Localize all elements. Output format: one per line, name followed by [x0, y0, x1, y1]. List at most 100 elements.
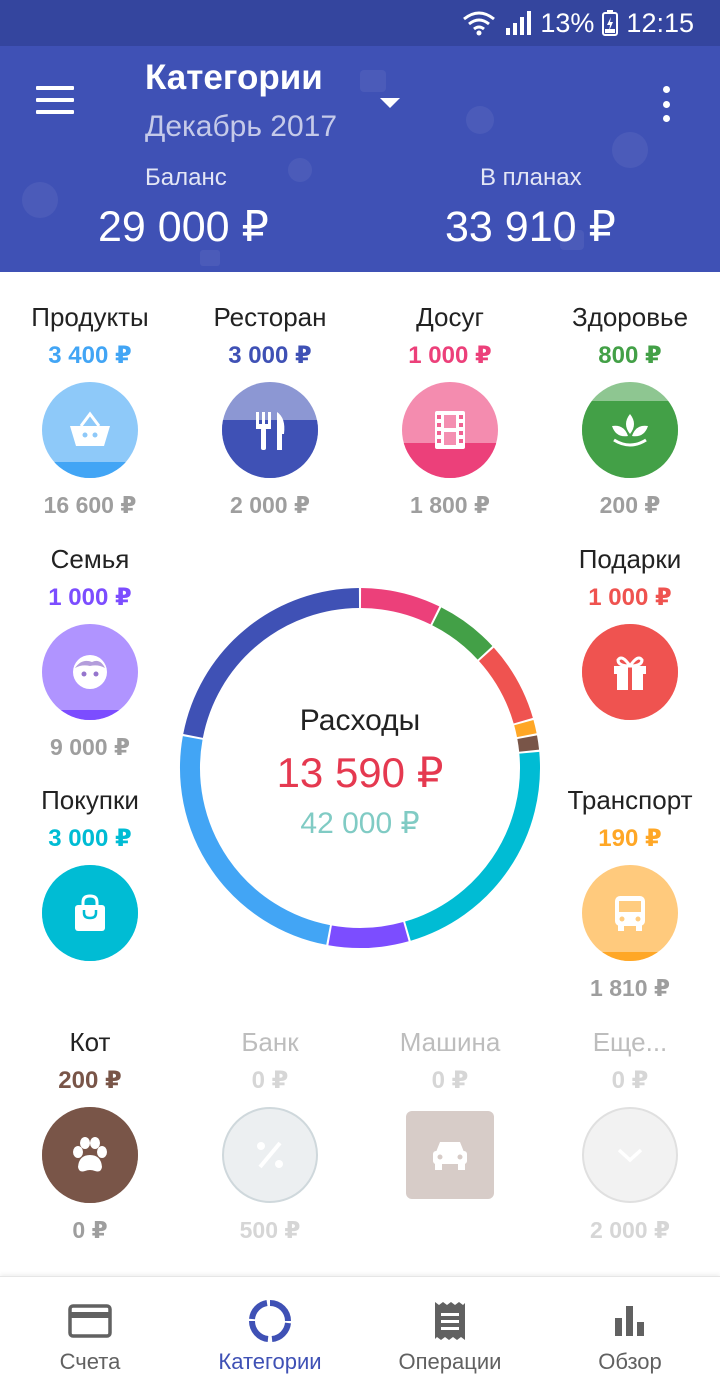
category-kot[interactable]: Кот 200 ₽ 0 ₽ [0, 1025, 180, 1245]
category-amount: 0 ₽ [611, 1067, 649, 1094]
category-amount: 800 ₽ [598, 342, 662, 369]
category-plan [540, 732, 720, 762]
category-amount: 0 ₽ [431, 1067, 469, 1094]
category-amount: 190 ₽ [598, 825, 662, 852]
planned-value: 33 910 ₽ [445, 203, 616, 251]
category-fill [582, 952, 678, 961]
balance-value: 29 000 ₽ [98, 203, 269, 251]
battery-icon [602, 10, 619, 36]
nav-operations[interactable]: Операции [360, 1277, 540, 1388]
ring-chart-icon [248, 1300, 291, 1342]
category-produkty[interactable]: Продукты 3 400 ₽ 16 600 ₽ [0, 300, 180, 520]
category-plan: 2 000 ₽ [230, 492, 310, 518]
category-amount: 3 000 ₽ [228, 342, 312, 369]
category-name: Еще... [592, 1027, 668, 1057]
category-restoran[interactable]: Ресторан 3 000 ₽ 2 000 ₽ [180, 300, 360, 520]
chevron-down-icon [617, 1148, 643, 1163]
category-bank[interactable]: Банк 0 ₽ 500 ₽ [180, 1025, 360, 1245]
fork-knife-icon [256, 412, 285, 450]
nav-label: Счета [59, 1349, 121, 1374]
category-name: Досуг [416, 302, 484, 332]
category-semya[interactable]: Семья 1 000 ₽ 9 000 ₽ [0, 542, 180, 762]
status-bar: 13% 12:15 [0, 0, 720, 46]
category-mashina[interactable]: Машина 0 ₽ [360, 1025, 540, 1241]
category-podarki[interactable]: Подарки 1 000 ₽ [540, 542, 720, 762]
category-circle[interactable] [42, 865, 138, 961]
nav-categories[interactable]: Категории [180, 1277, 360, 1388]
category-name: Банк [241, 1027, 299, 1057]
category-circle[interactable] [42, 624, 138, 720]
donut-segment [432, 607, 493, 660]
category-plan [0, 973, 180, 1003]
category-name: Здоровье [571, 302, 689, 332]
signal-icon [506, 11, 532, 35]
category-transport[interactable]: Транспорт 190 ₽ 1 810 ₽ [540, 783, 720, 1003]
category-amount: 1 000 ₽ [48, 584, 132, 611]
gift-icon [614, 656, 646, 690]
category-plan: 2 000 ₽ [590, 1217, 670, 1243]
nav-accounts[interactable]: Счета [0, 1277, 180, 1388]
leaf-icon [612, 414, 648, 447]
bus-icon [615, 896, 645, 931]
category-square[interactable] [406, 1111, 494, 1199]
category-circle[interactable] [582, 624, 678, 720]
nav-overview[interactable]: Обзор [540, 1277, 720, 1388]
paw-icon [73, 1137, 107, 1172]
car-icon [433, 1142, 467, 1170]
app-header: 13% 12:15 Категории Декабрь 2017 Баланс … [0, 0, 720, 272]
month-selector[interactable]: Декабрь 2017 [145, 110, 337, 144]
category-dosug[interactable]: Досуг 1 000 ₽ 1 800 ₽ [360, 300, 540, 520]
category-name: Машина [399, 1027, 501, 1057]
hamburger-icon [36, 86, 74, 90]
menu-button[interactable] [30, 78, 80, 122]
category-circle[interactable] [582, 1107, 678, 1203]
category-name: Семья [50, 544, 130, 574]
more-options-button[interactable] [652, 82, 680, 126]
category-amount: 3 000 ₽ [48, 825, 132, 852]
battery-percent: 13% [540, 7, 595, 38]
dot [662, 86, 670, 93]
category-circle[interactable] [222, 1107, 318, 1203]
category-name: Подарки [578, 544, 682, 574]
category-fill [42, 461, 138, 478]
percent-icon [257, 1141, 283, 1169]
category-amount: 3 400 ₽ [48, 342, 132, 369]
category-amount: 0 ₽ [251, 1067, 289, 1094]
category-circle[interactable] [42, 1107, 138, 1203]
balance-label: Баланс [145, 164, 227, 191]
clock: 12:15 [626, 7, 694, 38]
film-icon [435, 411, 465, 449]
category-plan: 500 ₽ [239, 1217, 301, 1243]
category-name: Продукты [31, 302, 149, 332]
category-name: Транспорт [567, 785, 693, 815]
category-plan: 16 600 ₽ [43, 492, 137, 518]
category-zdorovie[interactable]: Здоровье 800 ₽ 200 ₽ [540, 300, 720, 520]
caret-down-icon[interactable] [378, 96, 402, 110]
nav-label: Обзор [598, 1349, 662, 1374]
child-face-icon [73, 655, 107, 689]
category-circle[interactable] [222, 382, 318, 478]
category-circle[interactable] [402, 382, 498, 478]
category-plan: 1 800 ₽ [410, 492, 490, 518]
category-circle[interactable] [582, 865, 678, 961]
shopping-bag-icon [75, 894, 105, 931]
bottom-navigation: Счета Категории Операции Обзор [0, 1276, 720, 1388]
category-name: Кот [69, 1027, 111, 1057]
receipt-icon [435, 1302, 465, 1340]
expenses-label: Расходы [299, 704, 421, 737]
card-icon [68, 1304, 112, 1338]
category-plan: 0 ₽ [72, 1217, 108, 1243]
donut-segment [328, 921, 409, 948]
basket-icon [70, 411, 110, 446]
category-amount: 200 ₽ [58, 1067, 122, 1094]
expenses-spent: 13 590 ₽ [276, 749, 444, 796]
category-more[interactable]: Еще... 0 ₽ 2 000 ₽ [540, 1025, 720, 1245]
category-circle[interactable] [582, 382, 678, 478]
app-screen: 13% 12:15 Категории Декабрь 2017 Баланс … [0, 0, 720, 1388]
wifi-icon [463, 11, 496, 36]
category-circle[interactable] [42, 382, 138, 478]
category-pokupki[interactable]: Покупки 3 000 ₽ [0, 783, 180, 1003]
category-plan: 9 000 ₽ [50, 734, 130, 760]
expenses-planned: 42 000 ₽ [300, 807, 420, 840]
category-plan [360, 1211, 540, 1241]
